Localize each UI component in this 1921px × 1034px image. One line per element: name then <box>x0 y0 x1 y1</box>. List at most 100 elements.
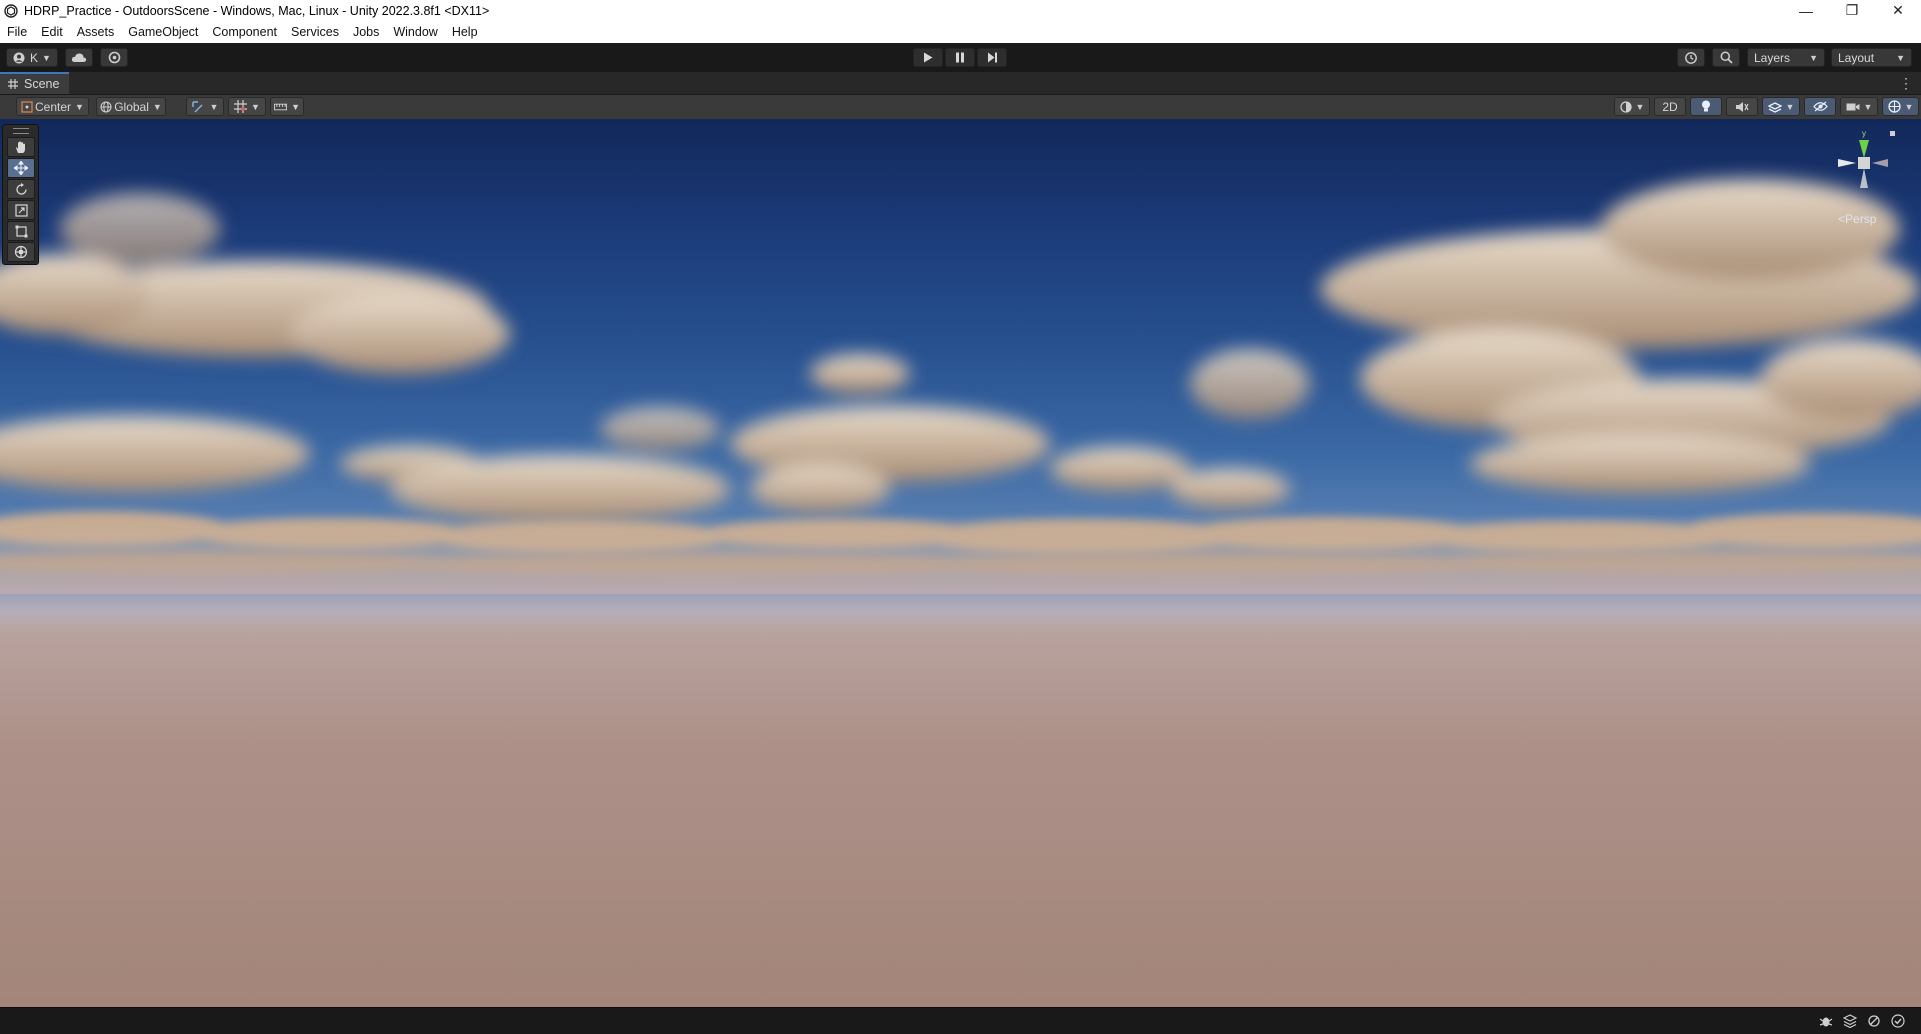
pivot-center-icon <box>21 100 33 113</box>
main-toolbar: K ▼ Layers ▼ Layout ▼ <box>0 43 1921 72</box>
grid-icon <box>8 79 18 89</box>
window-title: HDRP_Practice - OutdoorsScene - Windows,… <box>24 3 490 18</box>
chevron-down-icon: ▼ <box>1904 101 1914 112</box>
chevron-down-icon: ▼ <box>1809 52 1818 63</box>
collab-button[interactable] <box>100 48 128 67</box>
drag-handle-icon[interactable] <box>13 128 29 134</box>
menu-bar: File Edit Assets GameObject Component Se… <box>0 21 1921 43</box>
window-titlebar: HDRP_Practice - OutdoorsScene - Windows,… <box>0 0 1921 21</box>
menu-services[interactable]: Services <box>284 21 346 43</box>
effects-dropdown[interactable]: ▼ <box>1762 97 1800 116</box>
bug-icon[interactable] <box>1819 1014 1833 1028</box>
rect-tool-button[interactable] <box>7 221 35 241</box>
menu-jobs[interactable]: Jobs <box>346 21 386 43</box>
scene-toolbar: Center ▼ Global ▼ ▼ ▼ ▼ ▼ 2D ▼ ▼ ▼ <box>0 95 1921 120</box>
search-button[interactable] <box>1712 48 1740 67</box>
menu-gameobject[interactable]: GameObject <box>121 21 205 43</box>
lighting-toggle[interactable] <box>1690 97 1722 116</box>
tab-scene[interactable]: Scene <box>0 72 70 94</box>
unity-logo-icon <box>4 3 18 18</box>
stack-icon[interactable] <box>1843 1014 1857 1028</box>
play-icon <box>924 52 933 63</box>
rotate-icon <box>15 182 27 195</box>
snap-toggle[interactable]: ▼ <box>186 97 224 116</box>
menu-component[interactable]: Component <box>205 21 284 43</box>
gizmo-y-axis-cone[interactable] <box>1859 140 1869 158</box>
pivot-space-dropdown[interactable]: Global ▼ <box>96 97 166 116</box>
rotate-tool-button[interactable] <box>7 179 35 199</box>
hidden-objects-toggle[interactable] <box>1804 97 1836 116</box>
pause-icon <box>956 52 964 63</box>
gizmo-x-cone[interactable] <box>1872 159 1888 167</box>
projection-label: Persp <box>1845 212 1877 226</box>
gizmo-lock-icon[interactable] <box>1890 131 1895 136</box>
menu-assets[interactable]: Assets <box>70 21 122 43</box>
pause-button[interactable] <box>945 48 975 67</box>
projection-toggle[interactable]: <Persp <box>1838 212 1876 226</box>
scale-icon <box>14 203 28 217</box>
globe-icon <box>100 100 112 113</box>
menu-file[interactable]: File <box>0 21 34 43</box>
step-button[interactable] <box>977 48 1007 67</box>
account-dropdown[interactable]: K ▼ <box>6 48 58 67</box>
pivot-mode-dropdown[interactable]: Center ▼ <box>16 97 89 116</box>
menu-window[interactable]: Window <box>386 21 444 43</box>
grid-snap-toggle[interactable]: ▼ <box>228 97 266 116</box>
draw-mode-dropdown[interactable]: ▼ <box>1614 97 1650 116</box>
restore-button[interactable]: ❐ <box>1829 0 1875 21</box>
effects-layers-icon <box>1767 101 1782 113</box>
pivot-space-label: Global <box>114 99 149 114</box>
mode-2d-toggle[interactable]: 2D <box>1654 97 1686 116</box>
layers-label: Layers <box>1754 50 1791 65</box>
ruler-icon <box>274 103 288 110</box>
grid-snap-icon <box>234 100 248 113</box>
menu-edit[interactable]: Edit <box>34 21 70 43</box>
audio-toggle[interactable] <box>1726 97 1758 116</box>
chevron-down-icon: ▼ <box>209 101 219 112</box>
cloud-icon <box>71 53 87 62</box>
gizmo-center-cube[interactable] <box>1858 157 1870 169</box>
mode-2d-label: 2D <box>1662 99 1678 114</box>
more-options-icon[interactable]: ⋮ <box>1899 75 1913 92</box>
layout-dropdown[interactable]: Layout ▼ <box>1831 48 1912 67</box>
search-icon <box>1720 51 1733 64</box>
rect-transform-icon <box>15 225 27 237</box>
chevron-down-icon: ▼ <box>1785 101 1795 112</box>
camera-settings-dropdown[interactable]: ▼ <box>1840 97 1878 116</box>
layout-label: Layout <box>1838 50 1875 65</box>
eye-slash-icon <box>1812 101 1828 112</box>
scale-tool-button[interactable] <box>7 200 35 220</box>
close-button[interactable]: ✕ <box>1875 0 1921 21</box>
pivot-mode-label: Center <box>35 99 72 114</box>
tab-scene-label: Scene <box>24 77 60 91</box>
scene-tab-bar: Scene ⋮ <box>0 72 1921 95</box>
increment-snap-toggle[interactable]: ▼ <box>270 97 304 116</box>
scene-viewport[interactable] <box>0 119 1921 1007</box>
layers-dropdown[interactable]: Layers ▼ <box>1747 48 1825 67</box>
chevron-down-icon: ▼ <box>291 101 300 112</box>
minimize-button[interactable]: — <box>1783 0 1829 21</box>
gizmo-neg-y-cone[interactable] <box>1860 168 1868 188</box>
account-label: K <box>30 50 39 65</box>
status-bar <box>0 1007 1921 1034</box>
check-circle-icon[interactable] <box>1891 1014 1905 1028</box>
orientation-gizmo[interactable]: y <box>1832 128 1896 200</box>
cloud-button[interactable] <box>65 48 93 67</box>
undo-history-button[interactable] <box>1677 48 1705 67</box>
snap-icon <box>191 100 203 113</box>
lighting-bake-icon[interactable] <box>1867 1014 1881 1028</box>
transform-tool-button[interactable] <box>7 242 35 262</box>
move-arrows-icon <box>14 161 28 175</box>
play-button[interactable] <box>913 48 943 67</box>
menu-help[interactable]: Help <box>445 21 485 43</box>
hand-tool-button[interactable] <box>7 137 35 157</box>
history-icon <box>1685 51 1697 64</box>
move-tool-button[interactable] <box>7 158 35 178</box>
lightbulb-icon <box>1702 100 1710 112</box>
account-icon <box>13 52 25 63</box>
step-icon <box>987 52 997 63</box>
gizmo-neg-x-cone[interactable] <box>1838 159 1856 167</box>
gear-icon <box>108 51 120 64</box>
chevron-down-icon: ▼ <box>75 101 84 112</box>
gizmos-dropdown[interactable]: ▼ <box>1882 97 1919 116</box>
